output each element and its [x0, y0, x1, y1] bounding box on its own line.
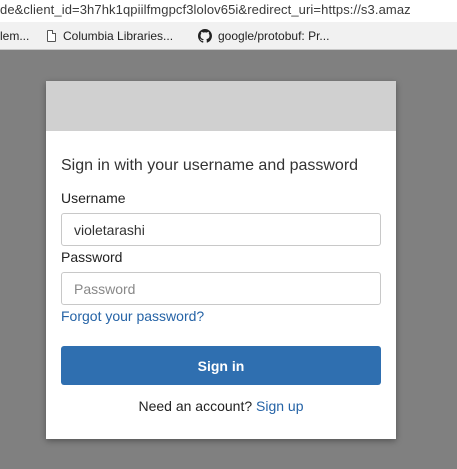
- signup-link[interactable]: Sign up: [256, 398, 303, 414]
- need-account-text: Need an account?: [138, 398, 253, 414]
- bookmark-columbia-libraries[interactable]: Columbia Libraries...: [47, 29, 173, 43]
- signin-button[interactable]: Sign in: [61, 346, 381, 385]
- signin-dialog: Sign in with your username and password …: [46, 81, 396, 439]
- bookmark-label: lem...: [0, 29, 30, 43]
- github-icon: [198, 29, 212, 43]
- document-icon: [47, 30, 56, 42]
- bookmark-protobuf[interactable]: google/protobuf: Pr...: [198, 29, 329, 43]
- bookmark-label: google/protobuf: Pr...: [218, 29, 330, 43]
- bookmarks-bar: lem... Columbia Libraries... google/prot…: [0, 22, 457, 50]
- username-label: Username: [61, 190, 126, 206]
- password-input[interactable]: [61, 272, 381, 305]
- password-label: Password: [61, 249, 123, 265]
- dialog-header: [46, 81, 396, 131]
- url-text[interactable]: de&client_id=3h7hk1qpiilfmgpcf3lolov65i&…: [0, 2, 411, 17]
- signup-row: Need an account? Sign up: [46, 398, 396, 414]
- username-input[interactable]: [61, 213, 381, 246]
- forgot-password-link[interactable]: Forgot your password?: [61, 308, 204, 324]
- address-bar[interactable]: de&client_id=3h7hk1qpiilfmgpcf3lolov65i&…: [0, 0, 457, 22]
- bookmark-label: Columbia Libraries...: [63, 29, 174, 43]
- signin-title: Sign in with your username and password: [61, 157, 359, 174]
- bookmark-item[interactable]: lem...: [0, 29, 29, 43]
